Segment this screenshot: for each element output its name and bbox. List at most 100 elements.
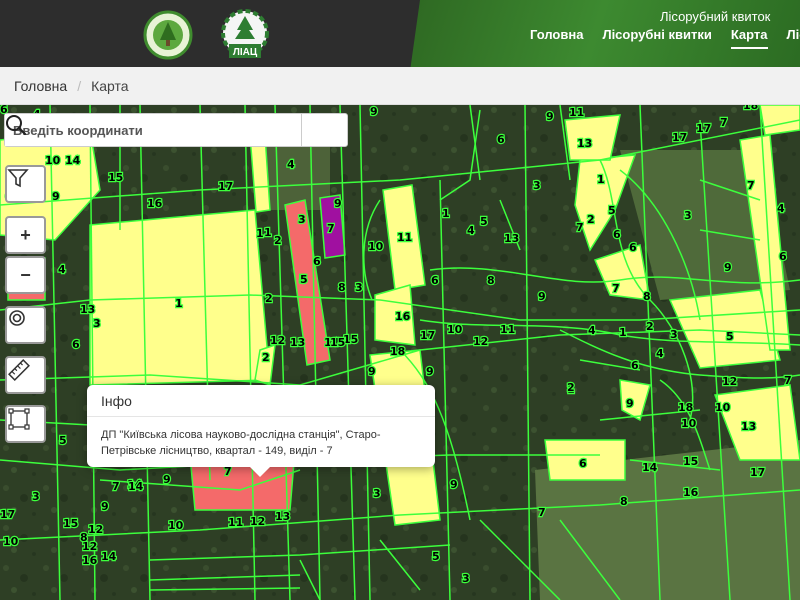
parcel-label: 6: [579, 457, 587, 470]
parcel-label: 18: [678, 401, 693, 414]
parcel-label: 2: [265, 292, 273, 305]
parcel-label: 7: [720, 116, 728, 129]
nav-forest[interactable]: Лісові: [787, 27, 800, 49]
parcel-label: 4: [58, 263, 66, 276]
parcel-label: 14: [128, 480, 144, 493]
filter-button[interactable]: [5, 165, 46, 203]
parcel-label: 10: [45, 154, 61, 167]
parcel-label: 6: [613, 228, 621, 241]
parcel-label: 2: [262, 351, 270, 364]
parcel-label: 9: [724, 261, 732, 274]
parcel-label: 13: [741, 420, 756, 433]
parcel-label: 15: [63, 517, 78, 530]
parcel-label: 9: [426, 365, 434, 378]
search-button[interactable]: [6, 114, 347, 146]
parcel-label: 15: [683, 455, 698, 468]
parcel-label: 10: [168, 519, 184, 532]
breadcrumb-separator: /: [77, 78, 82, 94]
parcel-label: 13: [80, 303, 95, 316]
parcel-label: 3: [355, 281, 363, 294]
ruler-icon: [8, 359, 30, 381]
parcel-label: 5: [480, 215, 488, 228]
parcel-label: 18: [743, 105, 758, 112]
parcel-label: 10: [715, 401, 731, 414]
parcel-label: 5: [432, 550, 440, 563]
bounding-box-icon: [8, 408, 30, 430]
parcel-label: 14: [65, 154, 81, 167]
nav-map[interactable]: Карта: [730, 27, 768, 49]
zoom-out-button[interactable]: −: [5, 256, 46, 294]
parcel-label: 9: [163, 473, 171, 486]
parcel-label: 6: [497, 133, 505, 146]
parcel-label: 5: [608, 204, 616, 217]
locate-button[interactable]: [5, 306, 46, 344]
parcel-label: 4: [467, 224, 475, 237]
parcel-label: 3: [533, 179, 541, 192]
parcel-label: 12: [250, 515, 265, 528]
parcel-label: 2: [587, 213, 595, 226]
parcel-label: 8: [643, 290, 651, 303]
zoom-in-button[interactable]: +: [5, 216, 46, 254]
forest-emblem-logo[interactable]: [143, 10, 193, 60]
parcel-label: 3: [670, 328, 678, 341]
parcel-label: 9: [368, 365, 376, 378]
parcel-label: 9: [370, 105, 378, 118]
parcel-label: 13: [275, 510, 290, 523]
breadcrumb-home[interactable]: Головна: [14, 78, 67, 94]
parcel-label: 8: [620, 495, 628, 508]
parcel-label: 7: [612, 282, 620, 295]
parcel-label: 11: [228, 516, 243, 529]
parcel-label: 6: [313, 255, 321, 268]
parcel-label: 16: [395, 310, 411, 323]
parcel-label: 13: [504, 232, 519, 245]
parcel-label: 1: [256, 227, 264, 240]
forest-map[interactable]: 6 4 10 14 6 15 17 16 4 9 1 1 2 3 5 7 9 1…: [0, 105, 800, 600]
parcel-label: 6: [431, 274, 439, 287]
parcel-label: 8: [80, 531, 88, 544]
parcel-label: 17: [218, 180, 233, 193]
popup-pointer: [249, 466, 271, 477]
parcel-label: 14: [101, 550, 117, 563]
measure-button[interactable]: [5, 356, 46, 394]
main-nav: Головна Лісорубні квитки Карта Лісові: [530, 27, 800, 49]
liac-logo[interactable]: ЛІАЦ: [220, 8, 270, 58]
breadcrumb: Головна / Карта: [0, 67, 800, 105]
parcel-label: 12: [473, 335, 488, 348]
parcel-label: 17: [420, 329, 435, 342]
parcel-label: 15: [108, 171, 123, 184]
parcel-label: 7: [784, 374, 792, 387]
parcel-label: 9: [450, 478, 458, 491]
parcel-label: 13: [577, 137, 592, 150]
select-area-button[interactable]: [5, 405, 46, 443]
parcel-label: 9: [101, 500, 109, 513]
parcel-label: 6: [631, 359, 639, 372]
parcel-label: 7: [747, 179, 755, 192]
parcel-label: 4: [287, 158, 295, 171]
parcel-label: 17: [750, 466, 765, 479]
parcel-label: 7: [112, 480, 120, 493]
parcel-label: 6: [72, 338, 80, 351]
info-popup: Інфо ДП "Київська лісова науково-дослідн…: [87, 385, 435, 477]
target-icon: [9, 310, 25, 326]
parcel-label: 9: [546, 110, 554, 123]
parcel-label: 1: [175, 297, 183, 310]
parcel-label: 3: [32, 490, 40, 503]
parcel-label: 2: [646, 320, 654, 333]
parcel-label: 11: [397, 231, 412, 244]
parcel-label: 11: [500, 323, 515, 336]
parcel-label: 12: [88, 523, 103, 536]
parcel-label: 3: [298, 213, 306, 226]
parcel-label: 1: [619, 326, 627, 339]
nav-home[interactable]: Головна: [530, 27, 583, 49]
parcel-label: 4: [656, 347, 664, 360]
map-canvas[interactable]: 6 4 10 14 6 15 17 16 4 9 1 1 2 3 5 7 9 1…: [0, 105, 800, 600]
nav-logging-tickets[interactable]: Лісорубні квитки: [602, 27, 711, 49]
parcel-label: 1: [442, 207, 450, 220]
coordinates-input[interactable]: [5, 114, 301, 146]
parcel-label: 10: [681, 417, 697, 430]
parcel-label: 8: [487, 274, 495, 287]
parcel-label: 9: [626, 397, 634, 410]
parcel-label: 16: [82, 554, 98, 567]
parcel-label: 5: [300, 273, 308, 286]
popup-text: ДП "Київська лісова науково-дослідна ста…: [101, 429, 381, 457]
